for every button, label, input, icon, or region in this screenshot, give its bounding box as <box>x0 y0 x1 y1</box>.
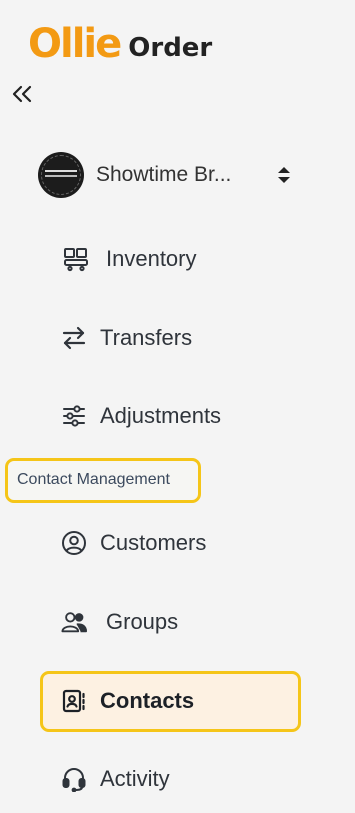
logo-order: Order <box>128 33 213 63</box>
nav-item-contacts[interactable]: Contacts <box>60 687 194 715</box>
app-logo: Ollie Order <box>28 22 212 66</box>
sort-arrows-icon <box>278 167 290 183</box>
transfer-arrows-icon <box>60 324 88 352</box>
logo-ollie: Ollie <box>28 21 122 67</box>
section-title-contact-management: Contact Management <box>17 471 170 488</box>
nav-item-transfers[interactable]: Transfers <box>60 324 192 352</box>
double-chevron-left-icon <box>12 85 32 103</box>
nav-item-adjustments[interactable]: Adjustments <box>60 402 221 430</box>
contact-card-icon <box>60 687 88 715</box>
nav-item-activity[interactable]: Activity <box>60 765 170 793</box>
inventory-boxes-icon <box>62 245 90 273</box>
nav-label-transfers: Transfers <box>100 325 193 350</box>
nav-label-adjustments: Adjustments <box>100 403 222 428</box>
sliders-icon <box>60 402 88 430</box>
nav-label-activity: Activity <box>100 766 170 791</box>
nav-item-customers[interactable]: Customers <box>60 529 206 557</box>
nav-label-contacts: Contacts <box>100 688 195 713</box>
headset-icon <box>60 765 88 793</box>
user-circle-icon <box>60 529 88 557</box>
users-icon <box>60 608 88 636</box>
collapse-sidebar-button[interactable] <box>10 82 34 106</box>
nav-item-groups[interactable]: Groups <box>60 608 178 636</box>
nav-label-groups: Groups <box>106 609 179 634</box>
org-name: Showtime Br... <box>96 163 232 186</box>
nav-label-inventory: Inventory <box>106 246 197 271</box>
nav-item-inventory[interactable]: Inventory <box>62 245 197 273</box>
org-avatar <box>38 152 84 198</box>
organization-switcher[interactable]: Showtime Br... <box>38 150 298 200</box>
nav-label-customers: Customers <box>100 530 207 555</box>
